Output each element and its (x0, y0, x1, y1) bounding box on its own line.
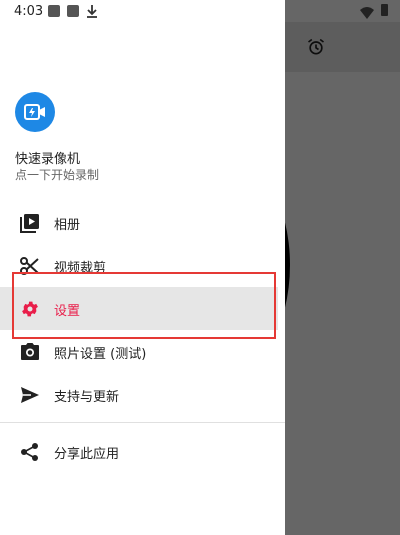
menu-item-label: 相册 (54, 218, 81, 233)
notification-icon (67, 5, 79, 17)
battery-icon (381, 4, 388, 16)
wifi-icon (360, 4, 374, 23)
app-logo (15, 92, 55, 132)
menu-item-video-trim[interactable]: 视频裁剪 (0, 244, 278, 287)
status-bar: 4:03 (0, 0, 400, 22)
gear-icon (20, 299, 40, 319)
menu-item-settings[interactable]: 设置 (0, 287, 278, 330)
menu-item-gallery[interactable]: 相册 (0, 201, 278, 244)
send-icon (20, 385, 40, 405)
menu-item-share[interactable]: 分享此应用 (0, 430, 278, 473)
download-icon (86, 3, 98, 22)
app-name: 快速录像机 (15, 152, 81, 167)
menu-item-label: 照片设置 (测试) (54, 347, 147, 362)
camera-icon (20, 342, 40, 362)
share-icon (20, 442, 40, 462)
navigation-drawer: 快速录像机 点一下开始录制 相册 视频裁剪 设置 照片设置 (测试) 支持与更新… (0, 0, 285, 535)
menu-item-support[interactable]: 支持与更新 (0, 373, 278, 416)
status-time: 4:03 (14, 4, 44, 19)
screen: 4:03 快速录像机 点一下开始录制 相册 视频裁剪 设置 照片设置 (测试) … (0, 0, 400, 535)
divider (0, 422, 285, 423)
menu-item-label: 支持与更新 (54, 390, 120, 405)
menu-item-label: 视频裁剪 (54, 261, 107, 276)
menu-item-photo-settings[interactable]: 照片设置 (测试) (0, 330, 278, 373)
app-subtitle: 点一下开始录制 (15, 168, 100, 182)
notification-icon (48, 5, 60, 17)
menu-item-label: 分享此应用 (54, 447, 120, 462)
scissors-icon (20, 256, 40, 276)
menu-item-label: 设置 (54, 304, 81, 319)
play-library-icon (20, 213, 40, 233)
